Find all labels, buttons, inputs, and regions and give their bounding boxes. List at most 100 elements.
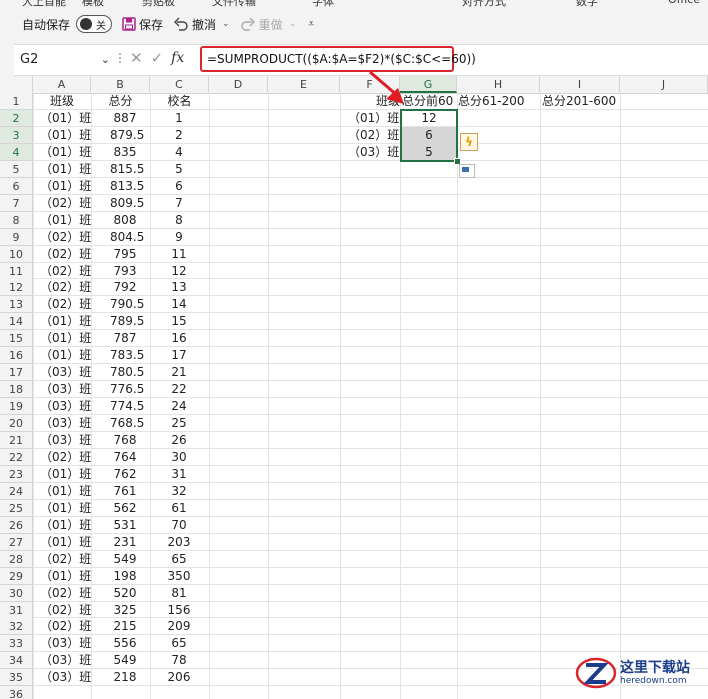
rank-cell[interactable]: 8 [160, 212, 198, 229]
class-cell[interactable]: （03）班 [40, 364, 91, 381]
name-box[interactable]: G2 ⌄ [18, 49, 110, 71]
score-cell[interactable]: 198 [110, 568, 140, 585]
row-header-21[interactable]: 21 [0, 432, 33, 449]
insert-function-icon[interactable]: fx [171, 50, 184, 66]
row-header-25[interactable]: 25 [0, 499, 33, 517]
select-all-corner[interactable] [0, 76, 33, 93]
rank-cell[interactable]: 78 [160, 652, 198, 669]
class-cell[interactable]: （03）班 [40, 635, 91, 652]
rank-cell[interactable]: 11 [160, 246, 198, 263]
rank-cell[interactable]: 12 [160, 263, 198, 280]
score-cell[interactable]: 793 [110, 263, 140, 280]
rank-cell[interactable]: 1 [160, 110, 198, 127]
row-header-10[interactable]: 10 [0, 245, 33, 263]
rank-cell[interactable]: 206 [160, 669, 198, 686]
class-cell[interactable]: （02）班 [40, 296, 91, 313]
more-options-icon[interactable]: ⋮ [114, 51, 126, 65]
row-header-33[interactable]: 33 [0, 635, 33, 653]
summary-class-cell[interactable]: （03）班 [348, 144, 399, 161]
class-cell[interactable]: （03）班 [40, 398, 91, 415]
score-cell[interactable]: 520 [110, 585, 140, 602]
rank-cell[interactable]: 22 [160, 381, 198, 398]
column-header-d[interactable]: D [209, 76, 268, 93]
class-cell[interactable]: （02）班 [40, 229, 91, 246]
score-cell[interactable]: 531 [110, 517, 140, 534]
rank-cell[interactable]: 17 [160, 347, 198, 364]
row-header-4[interactable]: 4 [0, 143, 33, 161]
score-cell[interactable]: 774.5 [110, 398, 144, 415]
column-header-a[interactable]: A [33, 76, 91, 93]
class-cell[interactable]: （01）班 [40, 127, 91, 144]
column-header-i[interactable]: I [540, 76, 620, 93]
flash-fill-button[interactable]: ϟ [460, 132, 478, 151]
class-cell[interactable]: （03）班 [40, 432, 91, 449]
class-cell[interactable]: （01）班 [40, 144, 91, 161]
row-header-2[interactable]: 2 [0, 109, 33, 127]
rank-cell[interactable]: 13 [160, 279, 198, 296]
rank-cell[interactable]: 15 [160, 313, 198, 330]
rank-cell[interactable]: 7 [160, 195, 198, 212]
summary-class-cell[interactable]: （01）班 [348, 110, 399, 127]
autosave-toggle[interactable]: 关 [76, 15, 113, 33]
score-cell[interactable]: 325 [110, 602, 140, 619]
undo-button[interactable]: 撤消 ⌄ [173, 16, 230, 33]
score-cell[interactable]: 789.5 [110, 313, 144, 330]
score-cell[interactable]: 562 [110, 500, 140, 517]
undo-dropdown-icon[interactable]: ⌄ [222, 19, 230, 29]
row-header-36[interactable]: 36 [0, 686, 33, 699]
class-cell[interactable]: （01）班 [40, 347, 91, 364]
score-cell[interactable]: 231 [110, 534, 140, 551]
class-cell[interactable]: （01）班 [40, 178, 91, 195]
row-header-16[interactable]: 16 [0, 347, 33, 365]
row-header-19[interactable]: 19 [0, 398, 33, 416]
row-header-28[interactable]: 28 [0, 550, 33, 568]
column-header-e[interactable]: E [268, 76, 340, 93]
class-cell[interactable]: （01）班 [40, 500, 91, 517]
rank-cell[interactable]: 26 [160, 432, 198, 449]
rank-cell[interactable]: 70 [160, 517, 198, 534]
class-cell[interactable]: （01）班 [40, 110, 91, 127]
class-cell[interactable]: （02）班 [40, 195, 91, 212]
confirm-icon[interactable]: ✓ [151, 49, 164, 67]
class-cell[interactable]: （02）班 [40, 618, 91, 635]
class-cell[interactable]: （01）班 [40, 483, 91, 500]
rank-cell[interactable]: 25 [160, 415, 198, 432]
row-header-8[interactable]: 8 [0, 211, 33, 229]
summary-class-cell[interactable]: （02）班 [348, 127, 399, 144]
rank-cell[interactable]: 16 [160, 330, 198, 347]
row-header-30[interactable]: 30 [0, 584, 33, 602]
score-cell[interactable]: 549 [110, 551, 140, 568]
rank-cell[interactable]: 31 [160, 466, 198, 483]
rank-cell[interactable]: 5 [160, 161, 198, 178]
row-header-13[interactable]: 13 [0, 296, 33, 314]
row-header-23[interactable]: 23 [0, 465, 33, 483]
row-header-17[interactable]: 17 [0, 364, 33, 382]
score-cell[interactable]: 879.5 [110, 127, 144, 144]
redo-button[interactable]: 重做 ⌄ [240, 16, 296, 33]
class-cell[interactable]: （01）班 [40, 212, 91, 229]
class-cell[interactable]: （02）班 [40, 585, 91, 602]
class-cell[interactable]: （01）班 [40, 161, 91, 178]
rank-cell[interactable]: 2 [160, 127, 198, 144]
row-header-20[interactable]: 20 [0, 415, 33, 433]
active-selection-range[interactable] [400, 108, 458, 162]
class-cell[interactable]: （03）班 [40, 652, 91, 669]
row-header-31[interactable]: 31 [0, 601, 33, 619]
rank-cell[interactable]: 9 [160, 229, 198, 246]
column-header-g[interactable]: G [400, 76, 457, 93]
row-header-6[interactable]: 6 [0, 177, 33, 195]
score-cell[interactable]: 768 [110, 432, 140, 449]
score-cell[interactable]: 835 [110, 144, 140, 161]
row-header-34[interactable]: 34 [0, 652, 33, 670]
row-header-35[interactable]: 35 [0, 669, 33, 687]
rank-cell[interactable]: 21 [160, 364, 198, 381]
row-header-14[interactable]: 14 [0, 313, 33, 331]
score-cell[interactable]: 556 [110, 635, 140, 652]
row-header-12[interactable]: 12 [0, 279, 33, 297]
score-cell[interactable]: 792 [110, 279, 140, 296]
score-cell[interactable]: 549 [110, 652, 140, 669]
rank-cell[interactable]: 350 [160, 568, 198, 585]
score-cell[interactable]: 776.5 [110, 381, 144, 398]
rank-cell[interactable]: 24 [160, 398, 198, 415]
column-header-h[interactable]: H [457, 76, 540, 93]
